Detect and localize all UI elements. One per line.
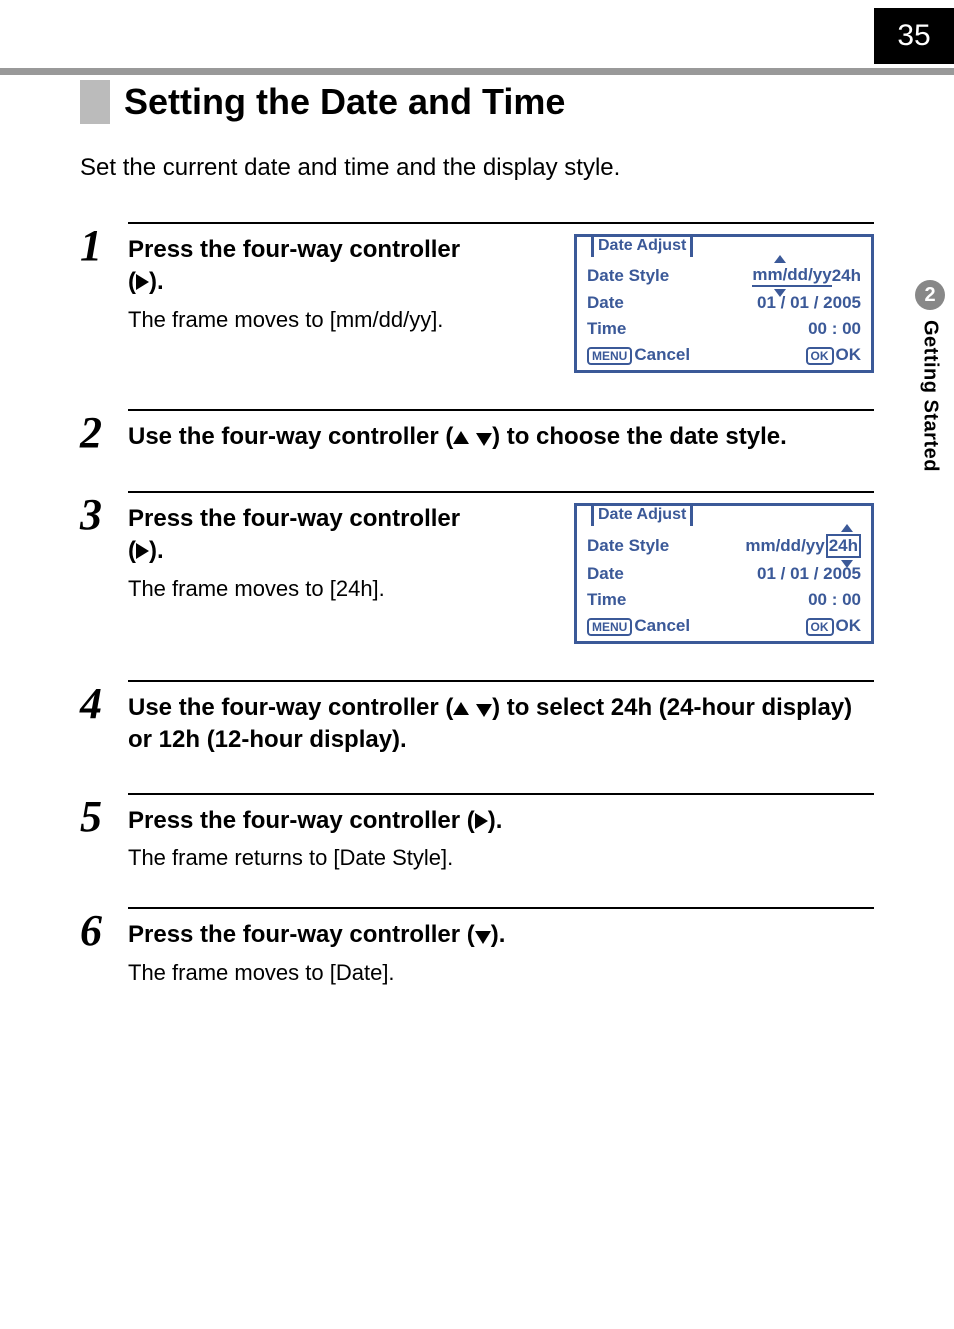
step-heading: Use the four-way controller ( ) to selec… [128,692,874,757]
chapter-label: Getting Started [919,320,942,472]
step-number: 6 [80,907,128,953]
step-2: 2 Use the four-way controller ( ) to cho… [80,409,874,455]
lcd-cancel-label: Cancel [634,345,690,364]
lcd-date-label: Date [587,564,624,584]
lcd-date-style-value: mm/dd/yy24h [745,534,861,558]
heading-accent-bar [80,80,110,124]
lcd-format: mm/dd/yy [745,536,824,556]
lcd-ok: OKOK [806,345,862,365]
step-number: 5 [80,793,128,839]
step-3: 3 Press the four-way controller (). The … [80,491,874,644]
down-arrow-icon [476,433,492,446]
lcd-date-style-label: Date Style [587,536,669,556]
right-arrow-icon [136,543,149,559]
lcd-ok-label: OK [836,616,862,635]
step-4: 4 Use the four-way controller ( ) to sel… [80,680,874,757]
up-arrow-icon [774,255,786,263]
lcd-time-label: Time [587,319,626,339]
step-heading-text-b: ) to choose the date style. [492,423,787,450]
menu-pill-icon: MENU [587,618,632,636]
intro-text: Set the current date and time and the di… [80,154,874,182]
lcd-cancel-label: Cancel [634,616,690,635]
lcd-date-value: 01 / 01 / 2005 [757,293,861,313]
lcd-date-style-label: Date Style [587,266,669,286]
step-heading: Press the four-way controller (). [128,234,550,299]
close-paren: ). [491,921,506,948]
close-paren: ). [488,807,503,834]
lcd-format-selected: mm/dd/yy [752,265,831,287]
open-paren: ( [128,537,136,564]
step-heading-text: Press the four-way controller ( [128,921,475,948]
lcd-cancel: MENUCancel [587,616,690,636]
lcd-time-value: 00 : 00 [808,319,861,339]
section-heading: Setting the Date and Time [80,80,874,124]
page-number: 35 [874,8,954,64]
down-arrow-icon [841,560,853,568]
step-number: 2 [80,409,128,455]
lcd-hour-mode-selected: 24h [826,534,861,558]
step-heading: Press the four-way controller (). [128,805,874,837]
lcd-screen-date-style: Date Adjust Date Style mm/dd/yy24h Date … [574,234,874,373]
header-rule [0,68,954,75]
step-6: 6 Press the four-way controller (). The … [80,907,874,985]
close-paren: ). [149,537,164,564]
lcd-date-label: Date [587,293,624,313]
step-description: The frame moves to [mm/dd/yy]. [128,307,550,333]
step-heading-text: Use the four-way controller ( [128,694,453,721]
right-arrow-icon [136,274,149,290]
step-number: 1 [80,222,128,268]
page-title: Setting the Date and Time [124,81,565,123]
lcd-screen-hour-mode: Date Adjust Date Style mm/dd/yy24h Date … [574,503,874,644]
up-arrow-icon [453,702,469,715]
up-arrow-icon [453,431,469,444]
lcd-ok-label: OK [836,345,862,364]
step-5: 5 Press the four-way controller (). The … [80,793,874,871]
down-arrow-icon [475,931,491,944]
up-arrow-icon [841,524,853,532]
lcd-hour-mode: 24h [832,266,861,286]
step-heading-text: Press the four-way controller [128,236,460,263]
lcd-title: Date Adjust [591,234,693,257]
step-1: 1 Press the four-way controller (). The … [80,222,874,373]
down-arrow-icon [476,704,492,717]
ok-pill-icon: OK [806,618,834,636]
step-description: The frame moves to [24h]. [128,576,550,602]
step-heading-text: Press the four-way controller [128,505,460,532]
step-heading-text: Use the four-way controller ( [128,423,453,450]
lcd-time-value: 00 : 00 [808,590,861,610]
right-arrow-icon [475,813,488,829]
ok-pill-icon: OK [806,347,834,365]
step-description: The frame moves to [Date]. [128,960,874,986]
step-number: 4 [80,680,128,726]
lcd-title: Date Adjust [591,503,693,526]
close-paren: ). [149,268,164,295]
side-chapter-tab: 2 Getting Started [906,280,954,472]
lcd-time-label: Time [587,590,626,610]
lcd-date-style-value: mm/dd/yy24h [752,265,861,287]
down-arrow-icon [774,289,786,297]
lcd-cancel: MENUCancel [587,345,690,365]
step-heading-text: Press the four-way controller ( [128,807,475,834]
open-paren: ( [128,268,136,295]
lcd-ok: OKOK [806,616,862,636]
step-number: 3 [80,491,128,537]
step-heading: Use the four-way controller ( ) to choos… [128,421,874,453]
menu-pill-icon: MENU [587,347,632,365]
step-description: The frame returns to [Date Style]. [128,845,874,871]
step-heading: Press the four-way controller (). [128,919,874,951]
step-heading: Press the four-way controller (). [128,503,550,568]
chapter-number-badge: 2 [915,280,945,310]
